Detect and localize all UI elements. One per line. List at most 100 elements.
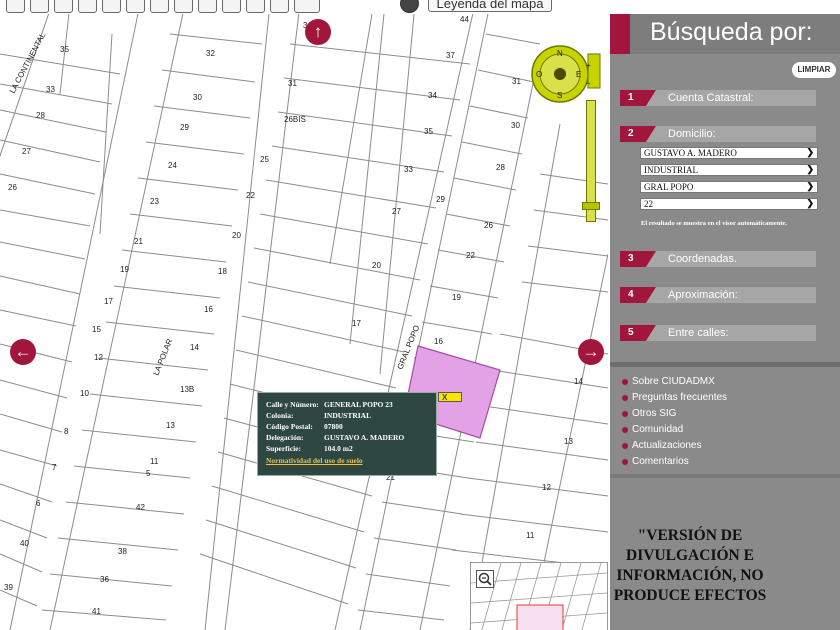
street-select-value: GRAL POPO: [644, 182, 694, 192]
link-label: Sobre CIUDADMX: [632, 376, 715, 387]
chevron-down-icon: ❯: [806, 147, 814, 157]
lot-number-label: 24: [168, 161, 177, 170]
section-label: Coordenadas.: [668, 253, 738, 265]
chevron-down-icon: ❯: [806, 164, 814, 174]
lot-number-label: 40: [20, 539, 29, 548]
delegation-select[interactable]: GUSTAVO A. MADERO ❯: [640, 147, 818, 159]
layers-tool-button[interactable]: [222, 0, 241, 13]
link-faq[interactable]: Preguntas frecuentes: [622, 390, 727, 406]
lot-number-label: 35: [424, 127, 433, 136]
section-label: Domicilio:: [668, 128, 716, 140]
section-approximation[interactable]: 4 Aproximación:: [620, 287, 816, 303]
link-label: Comunidad: [632, 424, 684, 435]
section-label: Aproximación:: [668, 289, 738, 301]
lot-number-label: 26: [484, 221, 493, 230]
lot-number-label: 37: [446, 51, 455, 60]
section-number: 1: [620, 90, 656, 106]
compass-north-label: N: [557, 49, 563, 58]
section-number: 4: [620, 287, 656, 303]
bullet-icon: [622, 459, 628, 465]
info-tool-button[interactable]: [126, 0, 145, 13]
document-tool-button[interactable]: [270, 0, 289, 13]
svg-text:+: +: [586, 61, 591, 70]
map-toolbar: Leyenda del mapa: [0, 0, 610, 14]
popup-row-key: Calle y Número:: [266, 400, 319, 409]
link-about[interactable]: Sobre CIUDADMX: [622, 374, 727, 390]
section-number: 2: [620, 126, 656, 142]
pointer-tool-button[interactable]: [246, 0, 265, 13]
zoom-out-tool-button[interactable]: [54, 0, 73, 13]
lot-number-label: 13: [166, 421, 175, 430]
lot-number-label: 25: [260, 155, 269, 164]
land-use-regulation-link[interactable]: Normatividad del uso de suelo: [266, 454, 428, 467]
lot-number-label: 33: [404, 165, 413, 174]
extent-tool-button[interactable]: [78, 0, 97, 13]
lot-number-label: 21: [134, 237, 143, 246]
lot-number-label: 17: [104, 297, 113, 306]
compass-east-label: E: [576, 70, 581, 79]
close-popup-button[interactable]: X: [438, 392, 462, 402]
measure-tool-button[interactable]: [102, 0, 121, 13]
link-label: Otros SIG: [632, 408, 677, 419]
number-select-value: 22: [644, 199, 653, 209]
section-address[interactable]: 2 Domicilio:: [620, 126, 816, 142]
compass-south-label: S: [557, 91, 562, 100]
link-comments[interactable]: Comentarios: [622, 454, 727, 470]
lot-number-label: 34: [428, 91, 437, 100]
pan-west-button[interactable]: ←: [10, 339, 36, 365]
chevron-down-icon: ❯: [806, 181, 814, 191]
identify-tool-button[interactable]: [198, 0, 217, 13]
section-cadastral-account[interactable]: 1 Cuenta Catastral:: [620, 90, 816, 106]
popup-row: Colonia: INDUSTRIAL: [266, 410, 428, 421]
colony-select[interactable]: INDUSTRIAL ❯: [640, 164, 818, 176]
lot-number-label: 39: [4, 583, 13, 592]
section-label: Cuenta Catastral:: [668, 92, 754, 104]
lot-number-label: 30: [193, 93, 202, 102]
help-tool-button[interactable]: [400, 0, 419, 13]
check-tool-button[interactable]: [150, 0, 169, 13]
map-canvas: 35 32 34 44 33 30 31 28 29 26BIS 27 24 25 26 23 22 21 20 1…: [0, 14, 608, 630]
street-select[interactable]: GRAL POPO ❯: [640, 181, 818, 193]
panel-title: Búsqueda por:: [650, 18, 813, 46]
panel-divider: [610, 362, 840, 367]
section-coordinates[interactable]: 3 Coordenadas.: [620, 251, 816, 267]
lot-number-label: 18: [218, 267, 227, 276]
clear-button[interactable]: LIMPIAR: [792, 62, 836, 78]
street-name-label: LA CONTINENTAL: [8, 31, 48, 95]
popup-row: Delegación: GUSTAVO A. MADERO: [266, 432, 428, 443]
bullet-icon: [622, 395, 628, 401]
bullet-icon: [622, 443, 628, 449]
pan-north-button[interactable]: ↑: [305, 19, 331, 45]
popup-row-key: Delegación:: [266, 433, 304, 442]
lot-number-label: 29: [436, 195, 445, 204]
select-tool-button[interactable]: [174, 0, 193, 13]
print-tool-button[interactable]: [294, 0, 320, 13]
link-updates[interactable]: Actualizaciones: [622, 438, 727, 454]
map-viewer[interactable]: 35 32 34 44 33 30 31 28 29 26BIS 27 24 25 26 23 22 21 20 1…: [0, 14, 608, 630]
lot-number-label: 29: [180, 123, 189, 132]
bullet-icon: [622, 427, 628, 433]
zoom-in-tool-button[interactable]: [30, 0, 49, 13]
popup-row-value: GENERAL POPO 23: [324, 400, 393, 409]
popup-row-key: Colonia:: [266, 411, 294, 420]
lot-number-label: 6: [36, 499, 41, 508]
chevron-down-icon: ❯: [806, 198, 814, 208]
lot-number-label: 35: [60, 45, 69, 54]
lot-number-label: 23: [150, 197, 159, 206]
minimap-zoom-out-icon[interactable]: [476, 570, 494, 588]
lot-number-label: 10: [80, 389, 89, 398]
pan-tool-button[interactable]: [6, 0, 25, 13]
lot-number-label: 28: [36, 111, 45, 120]
section-between-streets[interactable]: 5 Entre calles:: [620, 325, 816, 341]
map-legend-button[interactable]: Leyenda del mapa: [428, 0, 552, 12]
zoom-slider-handle[interactable]: [582, 202, 600, 210]
popup-row: Calle y Número: GENERAL POPO 23: [266, 399, 428, 410]
popup-row-value: GUSTAVO A. MADERO: [324, 433, 405, 442]
compass-control[interactable]: + – N S O E: [530, 44, 602, 104]
pan-east-button[interactable]: →: [578, 339, 604, 365]
link-community[interactable]: Comunidad: [622, 422, 727, 438]
lot-number-label: 31: [288, 79, 297, 88]
number-select[interactable]: 22 ❯: [640, 198, 818, 210]
lot-number-label: 15: [92, 325, 101, 334]
link-other-sig[interactable]: Otros SIG: [622, 406, 727, 422]
